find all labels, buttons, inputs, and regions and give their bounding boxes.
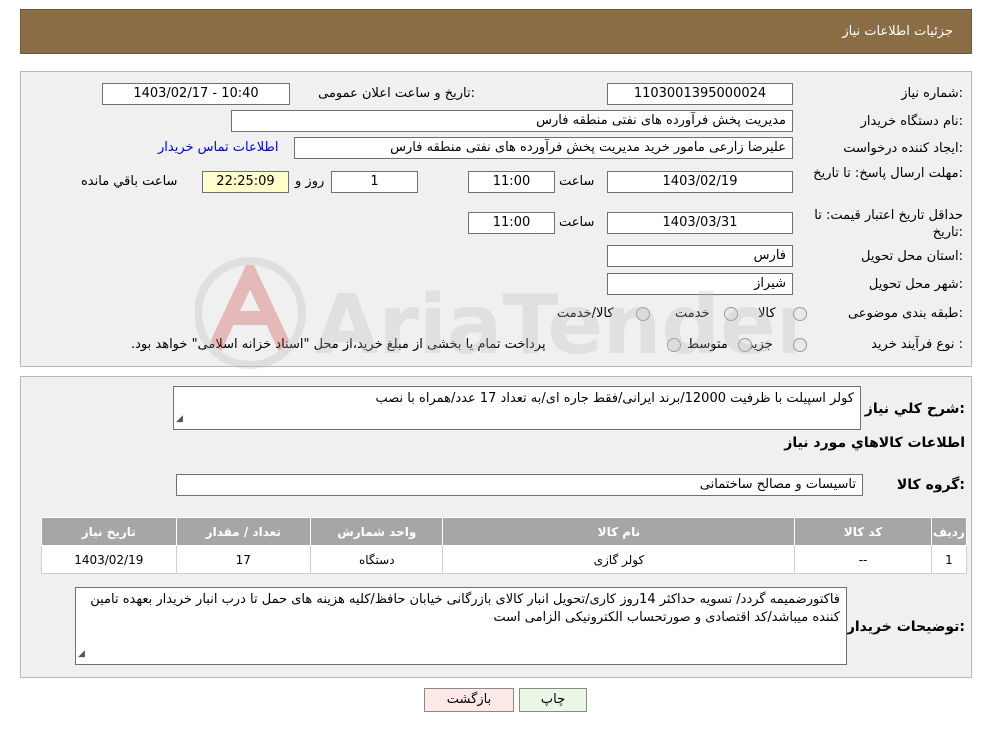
table-row: 1 -- کولر گازی دستگاه 17 1403/02/19 <box>41 545 968 574</box>
description-text: کولر اسپیلت با ظرفیت 12000/برند ایرانی/ف… <box>375 391 854 406</box>
cell-unit: دستگاه <box>310 545 444 574</box>
buyer-org-label: نام دستگاه خریدار: <box>860 114 963 129</box>
process-minor-radio[interactable] <box>793 338 807 352</box>
requester-field: علیرضا زارعی مامور خرید مدیریت پخش فرآور… <box>294 137 793 159</box>
watermark-text: AriaTender.neT <box>315 278 795 373</box>
category-goods-radio[interactable] <box>793 307 807 321</box>
deadline-time-field: 11:00 <box>468 171 555 193</box>
time-remaining-field: 22:25:09 <box>202 171 289 193</box>
col-qty-header: تعداد / مقدار <box>175 517 312 546</box>
page-title: جزئیات اطلاعات نیاز <box>842 24 953 39</box>
description-label: شرح کلي نیاز: <box>864 401 965 417</box>
province-label: استان محل تحویل: <box>861 249 963 264</box>
announce-datetime-field: 1403/02/17 - 10:40 <box>102 83 290 105</box>
announce-datetime-label: تاریخ و ساعت اعلان عمومی: <box>318 86 475 101</box>
buyer-org-field: مدیریت پخش فرآورده های نفتی منطقه فارس <box>231 110 793 132</box>
need-number-field: 1103001395000024 <box>607 83 793 105</box>
page-header: جزئیات اطلاعات نیاز <box>20 9 972 54</box>
back-button[interactable]: بازگشت <box>424 688 514 712</box>
deadline-label: مهلت ارسال پاسخ: تا تاریخ: <box>813 166 963 181</box>
buyer-contact-link[interactable]: اطلاعات تماس خریدار <box>158 140 278 155</box>
goods-section-title: اطلاعات کالاهاي مورد نیاز <box>784 435 965 451</box>
description-field: کولر اسپیلت با ظرفیت 12000/برند ایرانی/ف… <box>173 386 861 430</box>
ariatender-watermark: AriaTender.neT <box>195 256 795 373</box>
cell-row: 1 <box>930 545 968 574</box>
buyer-notes-text: فاکتورضمیمه گردد/ تسویه حداکثر 14روز کار… <box>90 592 840 625</box>
need-number-label: شماره نیاز: <box>901 86 963 101</box>
resize-grip-icon[interactable]: ◢ <box>176 410 183 428</box>
cell-code: -- <box>794 545 932 574</box>
col-date-header: تاریخ نیاز <box>41 517 177 546</box>
time-remaining-label: ساعت باقي مانده <box>81 174 178 189</box>
col-name-header: نام کالا <box>442 517 796 546</box>
resize-grip-icon[interactable]: ◢ <box>78 645 85 663</box>
buyer-notes-field: فاکتورضمیمه گردد/ تسویه حداکثر 14روز کار… <box>75 587 847 665</box>
cell-qty: 17 <box>175 545 312 574</box>
cell-date: 1403/02/19 <box>41 545 177 574</box>
requester-label: ایجاد کننده درخواست: <box>843 141 963 156</box>
deadline-time-label: ساعت <box>559 174 595 189</box>
city-label: شهر محل تحویل: <box>868 277 963 292</box>
goods-group-label: گروه کالا: <box>896 477 965 493</box>
col-unit-header: واحد شمارش <box>310 517 444 546</box>
category-label: طبقه بندی موضوعی: <box>847 306 963 321</box>
col-code-header: کد کالا <box>794 517 932 546</box>
print-button[interactable]: چاپ <box>519 688 587 712</box>
table-header-row: ردیف کد کالا نام کالا واحد شمارش تعداد /… <box>41 517 968 546</box>
deadline-date-field: 1403/02/19 <box>607 171 793 193</box>
cell-name: کولر گازی <box>442 545 796 574</box>
days-label: روز و <box>295 174 325 189</box>
col-row-header: ردیف <box>930 517 968 546</box>
validity-date-field: 1403/03/31 <box>607 212 793 234</box>
buyer-notes-label: توضیحات خریدار: <box>846 619 965 635</box>
goods-group-field: تاسیسات و مصالح ساختمانی <box>176 474 863 496</box>
goods-panel: شرح کلي نیاز: کولر اسپیلت با ظرفیت 12000… <box>20 376 972 678</box>
validity-label: حداقل تاریخ اعتبار قیمت: تا تاریخ: <box>814 208 963 240</box>
validity-time-field: 11:00 <box>468 212 555 234</box>
process-label: نوع فرآیند خرید : <box>871 337 963 352</box>
goods-table: ردیف کد کالا نام کالا واحد شمارش تعداد /… <box>41 517 968 574</box>
days-remaining-field: 1 <box>331 171 418 193</box>
validity-time-label: ساعت <box>559 215 595 230</box>
